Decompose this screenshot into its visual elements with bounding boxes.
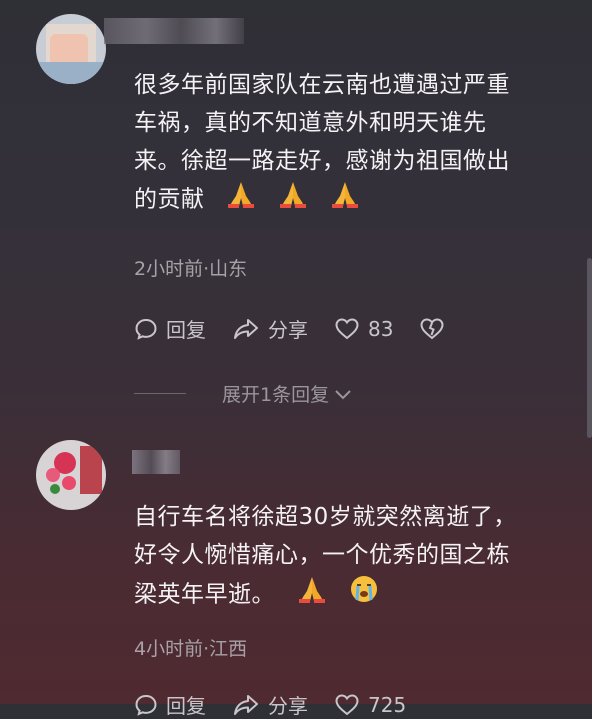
share-label: 分享 xyxy=(268,694,308,718)
praying-hands-icon xyxy=(226,180,256,220)
username-blurred[interactable] xyxy=(132,450,180,474)
comment-actions: 回复 分享 725 xyxy=(134,690,432,719)
comment-line: 来。徐超一路走好，感谢为祖国做出 xyxy=(134,148,510,174)
avatar[interactable] xyxy=(36,440,106,510)
expand-replies-label: 展开1条回复 xyxy=(222,384,330,406)
comment-line: 自行车名将徐超30岁就突然离逝了， xyxy=(134,504,517,530)
share-icon xyxy=(234,694,258,715)
share-label: 分享 xyxy=(268,318,308,342)
reply-label: 回复 xyxy=(166,318,206,342)
comment-line: 的贡献 xyxy=(134,186,205,213)
comment-line: 梁英年早逝。 xyxy=(134,581,275,608)
like-button[interactable]: 725 xyxy=(334,693,406,717)
comment-text: 很多年前国家队在云南也遭遇过严重 车祸，真的不知道意外和明天谁先 来。徐超一路走… xyxy=(134,66,564,220)
reply-icon xyxy=(135,694,157,716)
like-count: 83 xyxy=(368,316,394,341)
comment-line-with-emoji: 的贡献 xyxy=(134,180,564,220)
scrollbar[interactable] xyxy=(587,258,592,438)
expand-replies-button[interactable]: 展开1条回复 xyxy=(134,380,353,407)
heart-icon xyxy=(335,317,359,339)
share-button[interactable]: 分享 xyxy=(232,314,308,343)
praying-hands-icon xyxy=(278,180,308,220)
divider-line xyxy=(134,393,186,394)
comment-meta: 2小时前·山东 xyxy=(134,258,248,280)
praying-hands-icon xyxy=(330,180,360,220)
reply-button[interactable]: 回复 xyxy=(134,690,206,719)
comment-line-with-emoji: 梁英年早逝。 xyxy=(134,574,564,616)
comment-line: 车祸，真的不知道意外和明天谁先 xyxy=(134,110,487,136)
share-button[interactable]: 分享 xyxy=(232,690,308,719)
comment-line: 好令人惋惜痛心，一个优秀的国之栋 xyxy=(134,542,510,568)
praying-hands-icon xyxy=(297,575,327,615)
dislike-button[interactable] xyxy=(419,317,453,341)
comment-actions: 回复 分享 83 xyxy=(134,314,479,343)
like-button[interactable]: 83 xyxy=(334,317,393,341)
comment-text: 自行车名将徐超30岁就突然离逝了， 好令人惋惜痛心，一个优秀的国之栋 梁英年早逝… xyxy=(134,498,564,616)
share-icon xyxy=(234,318,258,339)
chevron-down-icon xyxy=(335,389,351,399)
reply-button[interactable]: 回复 xyxy=(134,314,206,343)
comment-line: 很多年前国家队在云南也遭遇过严重 xyxy=(134,72,510,98)
broken-heart-icon xyxy=(420,317,444,339)
reply-icon xyxy=(135,318,157,340)
like-count: 725 xyxy=(368,692,407,717)
avatar[interactable] xyxy=(36,14,106,84)
comment-meta: 4小时前·江西 xyxy=(134,638,248,660)
heart-icon xyxy=(335,693,359,715)
crying-face-icon xyxy=(349,574,379,616)
reply-label: 回复 xyxy=(166,694,206,718)
username-blurred[interactable] xyxy=(104,18,244,44)
